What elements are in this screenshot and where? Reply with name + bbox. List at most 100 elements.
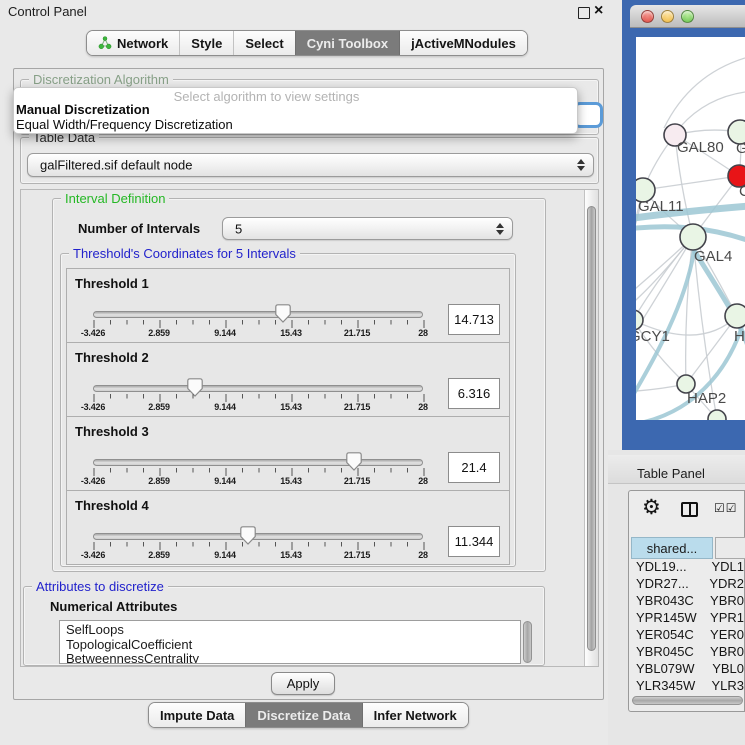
cell-name: YBR0: [706, 593, 744, 610]
minimize-traffic-light-icon[interactable]: [661, 10, 674, 23]
cell-shared-name: YDL19...: [631, 559, 707, 576]
cell-shared-name: YBR045C: [631, 644, 706, 661]
node-bottom[interactable]: [708, 410, 726, 420]
threshold-value-field[interactable]: 21.4: [448, 452, 500, 483]
attributes-group: Attributes to discretize Numerical Attri…: [23, 586, 545, 666]
cell-shared-name: YPR145W: [631, 610, 706, 627]
attributes-list-scrollbar[interactable]: [523, 621, 532, 663]
tab-select[interactable]: Select: [233, 31, 294, 55]
attribute-item-topologicalcoefficient[interactable]: TopologicalCoefficient: [66, 638, 520, 653]
numerical-attributes-label: Numerical Attributes: [50, 599, 177, 614]
network-window-titlebar: [630, 5, 745, 28]
attribute-item-betweennesscentrality[interactable]: BetweennessCentrality: [66, 652, 520, 664]
node-h[interactable]: [725, 304, 745, 328]
threshold-value-field[interactable]: 6.316: [448, 378, 500, 409]
cell-name: YLR3: [707, 678, 744, 695]
tab-jactivemnodules[interactable]: jActiveMNodules: [399, 31, 527, 55]
cell-name: YDR2: [705, 576, 744, 593]
tab-discretize-data[interactable]: Discretize Data: [245, 703, 361, 727]
table-panel-title: Table Panel: [637, 466, 705, 481]
column-header-1[interactable]: shared...: [631, 537, 713, 559]
application-root: Control Panel × Network Style Select Cyni T…: [0, 0, 745, 745]
vertical-scrollbar[interactable]: [584, 190, 599, 666]
network-graph-icon: [98, 36, 112, 50]
threshold-panel-1: Threshold 1-3.4262.8599.14415.4321.71528…: [66, 268, 510, 343]
table-panel-header: Table Panel: [608, 455, 745, 484]
threshold-label: Threshold 4: [75, 498, 149, 513]
zoom-traffic-light-icon[interactable]: [681, 10, 694, 23]
apply-button[interactable]: Apply: [271, 672, 335, 695]
control-panel-titlebar: Control Panel ×: [0, 0, 608, 24]
threshold-slider-track[interactable]: [93, 311, 423, 318]
tab-label: jActiveMNodules: [411, 36, 516, 51]
algorithm-dropdown-popup: Select algorithm to view settings Manual…: [13, 87, 578, 134]
table-row[interactable]: YBR043CYBR0: [631, 593, 744, 610]
tab-infer-network[interactable]: Infer Network: [362, 703, 468, 727]
threshold-slider-track[interactable]: [93, 385, 423, 392]
tab-label: Discretize Data: [257, 708, 350, 723]
top-tab-bar: Network Style Select Cyni Toolbox jActiveMNo…: [86, 30, 528, 56]
threshold-value-field[interactable]: 14.713: [448, 304, 500, 335]
tab-label: Select: [245, 36, 283, 51]
thresholds-group: Threshold's Coordinates for 5 Intervals …: [60, 253, 516, 567]
threshold-slider-track[interactable]: [93, 533, 423, 540]
close-traffic-light-icon[interactable]: [641, 10, 654, 23]
number-of-intervals-combobox[interactable]: 5: [222, 217, 513, 240]
node-label-gal4: GAL4: [694, 248, 732, 265]
split-columns-icon[interactable]: [681, 502, 698, 517]
settings-scrollpane: Interval Definition Number of Intervals …: [20, 189, 599, 667]
close-icon[interactable]: ×: [594, 1, 603, 21]
cell-shared-name: YLR345W: [631, 678, 707, 695]
vertical-scrollbar-thumb[interactable]: [587, 206, 596, 651]
tab-network[interactable]: Network: [87, 31, 179, 55]
threshold-label: Threshold 1: [75, 276, 149, 291]
tab-label: Cyni Toolbox: [307, 36, 388, 51]
node-label-hap2: HAP2: [687, 390, 726, 407]
tab-impute-data[interactable]: Impute Data: [149, 703, 245, 727]
attribute-item-selfloops[interactable]: SelfLoops: [66, 623, 520, 638]
gear-icon[interactable]: ⚙: [642, 495, 661, 519]
node-gal4[interactable]: [680, 224, 706, 250]
table-row[interactable]: YBR045CYBR0: [631, 644, 744, 661]
thresholds-group-title: Threshold's Coordinates for 5 Intervals: [69, 246, 300, 261]
table-data-combobox[interactable]: galFiltered.sif default node: [27, 153, 594, 177]
cell-shared-name: YBL079W: [631, 661, 708, 678]
table-row[interactable]: YPR145WYPR1: [631, 610, 744, 627]
numerical-attributes-list[interactable]: SelfLoopsTopologicalCoefficientBetweenne…: [59, 620, 521, 664]
attributes-group-title: Attributes to discretize: [32, 579, 168, 594]
dropdown-item-manual-discretization[interactable]: Manual Discretization: [16, 102, 150, 117]
horizontal-scrollbar-thumb[interactable]: [632, 696, 743, 705]
threshold-value-field[interactable]: 11.344: [448, 526, 500, 557]
threshold-label: Threshold 3: [75, 424, 149, 439]
bottom-tab-bar: Impute Data Discretize Data Infer Network: [148, 702, 469, 728]
interval-definition-title: Interval Definition: [61, 191, 169, 206]
dropdown-item-equal-width-frequency-discretization[interactable]: Equal Width/Frequency Discretization: [16, 117, 233, 132]
tab-style[interactable]: Style: [179, 31, 233, 55]
node-label-gal11: GAL11: [638, 198, 684, 215]
column-header-2[interactable]: na: [715, 537, 745, 559]
select-columns-icon[interactable]: ☑☑: [714, 501, 738, 515]
node-gcy1[interactable]: [636, 310, 643, 330]
tab-label: Style: [191, 36, 222, 51]
cell-shared-name: YBR043C: [631, 593, 706, 610]
network-canvas[interactable]: GAL80GACGAL11GAL4GCY1HHAP2: [636, 37, 745, 420]
table-panel-region: Table Panel ⚙ ☑☑ shared...na YDL19...YDL…: [608, 450, 745, 745]
threshold-label: Threshold 2: [75, 350, 149, 365]
number-of-intervals-value: 5: [235, 221, 242, 236]
tab-cyni-toolbox[interactable]: Cyni Toolbox: [295, 31, 399, 55]
network-window: GAL80GACGAL11GAL4GCY1HHAP2: [622, 0, 745, 450]
table-row[interactable]: YER054CYER0: [631, 627, 744, 644]
control-panel: Control Panel × Network Style Select Cyni T…: [0, 0, 608, 745]
tab-label: Impute Data: [160, 708, 234, 723]
table-row[interactable]: YBL079WYBL0: [631, 661, 744, 678]
float-window-icon[interactable]: [578, 7, 590, 19]
threshold-slider-track[interactable]: [93, 459, 423, 466]
cyni-toolbox-panel: Discretization Algorithm Table Data galF…: [13, 68, 604, 700]
tab-label: Infer Network: [374, 708, 457, 723]
node-label-ga: GA: [736, 140, 745, 157]
cell-name: YBL0: [708, 661, 744, 678]
table-row[interactable]: YDL19...YDL1: [631, 559, 744, 576]
table-row[interactable]: YLR345WYLR3: [631, 678, 744, 695]
table-row[interactable]: YDR27...YDR2: [631, 576, 744, 593]
control-panel-title: Control Panel: [8, 4, 87, 19]
